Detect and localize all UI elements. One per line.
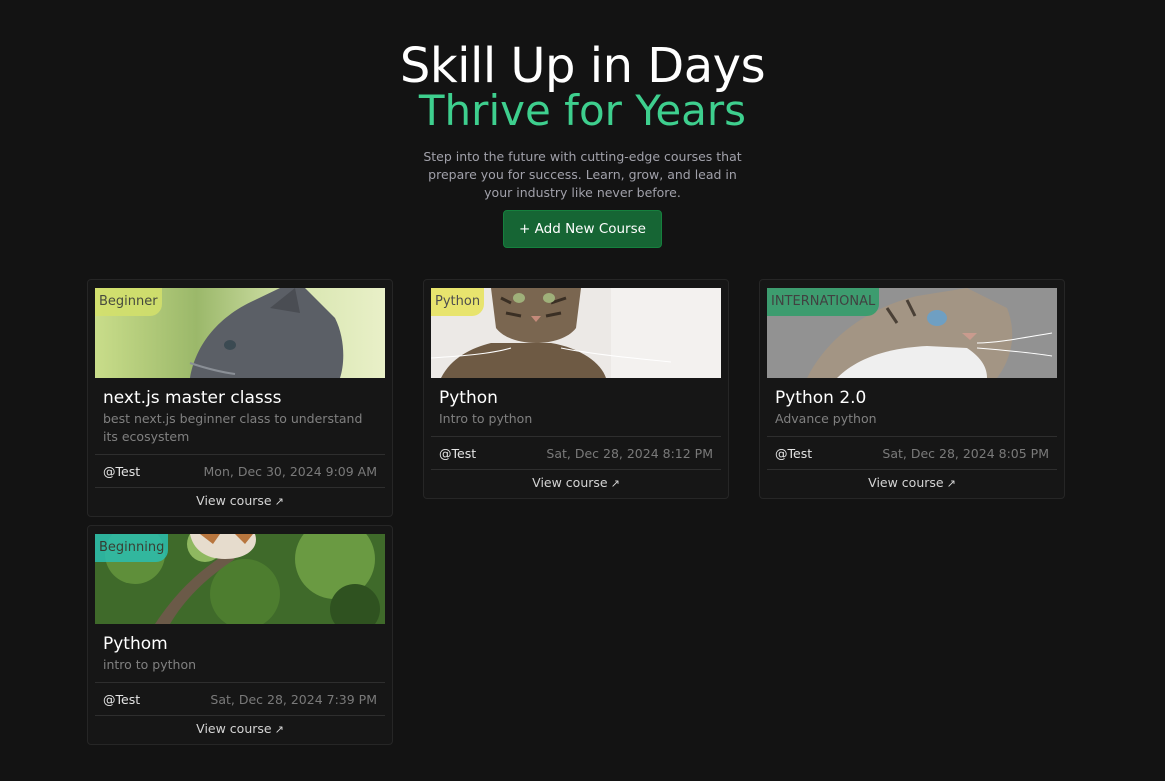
course-title: next.js master classs	[103, 388, 282, 408]
course-description: Intro to python	[439, 411, 533, 426]
course-badge: INTERNATIONAL	[767, 288, 880, 316]
arrow-up-right-icon: ↗	[610, 477, 620, 490]
course-author[interactable]: @Test	[439, 446, 476, 461]
course-thumbnail: Beginning	[95, 534, 385, 624]
course-description: best next.js beginner class to understan…	[103, 411, 363, 444]
hero-description: Step into the future with cutting-edge c…	[423, 149, 742, 200]
page-subtitle: Thrive for Years	[418, 86, 747, 135]
course-badge: Beginning	[95, 534, 169, 562]
course-meta: @Test Mon, Dec 30, 2024 9:09 AM	[95, 454, 385, 488]
page-title: Skill Up in Days	[399, 38, 766, 94]
course-meta: @Test Sat, Dec 28, 2024 8:05 PM	[767, 436, 1057, 470]
arrow-up-right-icon: ↗	[946, 477, 956, 490]
course-date: Sat, Dec 28, 2024 8:12 PM	[546, 445, 713, 461]
course-author[interactable]: @Test	[103, 692, 140, 707]
course-title: Python 2.0	[775, 388, 867, 408]
course-thumbnail: Beginner	[95, 288, 385, 378]
course-grid: Beginner next.js master classs best next…	[87, 279, 1065, 745]
course-description: intro to python	[103, 657, 197, 672]
course-card: Python Python Intro to python @Test Sat,…	[423, 279, 729, 499]
course-meta: @Test Sat, Dec 28, 2024 7:39 PM	[95, 682, 385, 716]
view-course-link[interactable]: View course ↗	[767, 470, 1057, 490]
course-card: Beginner next.js master classs best next…	[87, 279, 393, 517]
view-course-label: View course	[532, 475, 608, 490]
course-card: INTERNATIONAL Python 2.0 Advance python …	[759, 279, 1065, 499]
course-title: Python	[439, 388, 498, 408]
course-title: Pythom	[103, 634, 168, 654]
course-author[interactable]: @Test	[103, 464, 140, 479]
view-course-link[interactable]: View course ↗	[431, 470, 721, 490]
arrow-up-right-icon: ↗	[274, 495, 284, 508]
add-new-course-button[interactable]: + Add New Course	[503, 210, 662, 248]
course-thumbnail: INTERNATIONAL	[767, 288, 1057, 378]
hero-section: Skill Up in Days Thrive for Years Step i…	[0, 0, 1165, 248]
course-meta: @Test Sat, Dec 28, 2024 8:12 PM	[431, 436, 721, 470]
course-date: Mon, Dec 30, 2024 9:09 AM	[203, 463, 377, 479]
course-date: Sat, Dec 28, 2024 7:39 PM	[210, 691, 377, 707]
view-course-label: View course	[196, 721, 272, 736]
view-course-link[interactable]: View course ↗	[95, 716, 385, 736]
course-thumbnail: Python	[431, 288, 721, 378]
view-course-label: View course	[196, 493, 272, 508]
view-course-label: View course	[868, 475, 944, 490]
course-description: Advance python	[775, 411, 877, 426]
arrow-up-right-icon: ↗	[274, 723, 284, 736]
course-badge: Python	[431, 288, 485, 316]
course-card: Beginning Pythom intro to python @Test S…	[87, 525, 393, 745]
course-date: Sat, Dec 28, 2024 8:05 PM	[882, 445, 1049, 461]
course-badge: Beginner	[95, 288, 162, 316]
course-author[interactable]: @Test	[775, 446, 812, 461]
view-course-link[interactable]: View course ↗	[95, 488, 385, 508]
